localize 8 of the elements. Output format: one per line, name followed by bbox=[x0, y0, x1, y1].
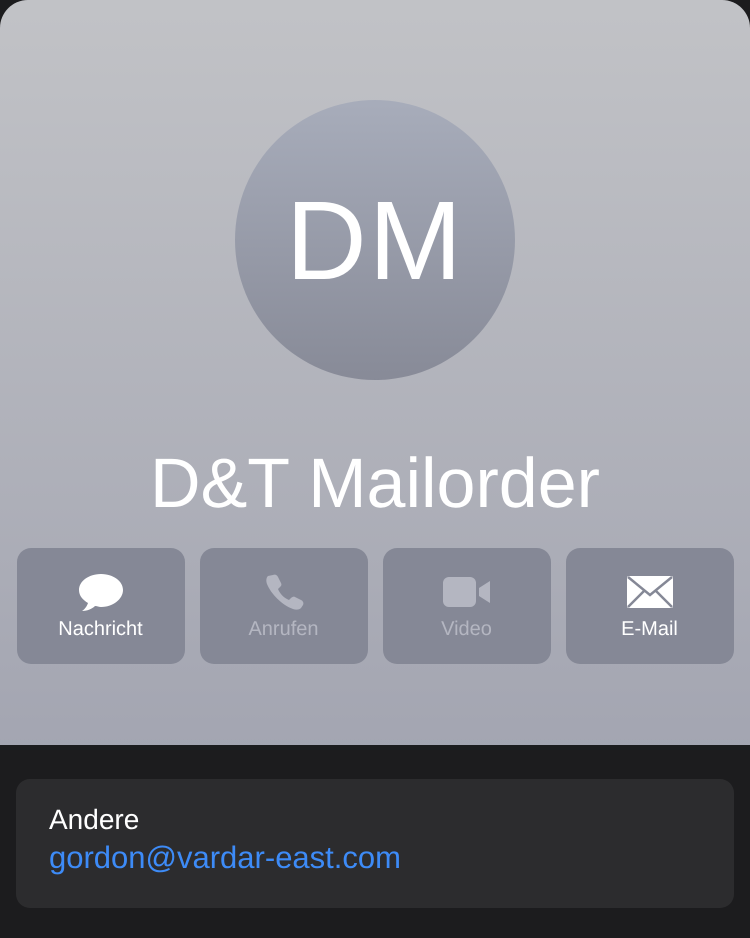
email-button[interactable]: E-Mail bbox=[566, 548, 734, 664]
email-link[interactable]: gordon@vardar-east.com bbox=[49, 837, 701, 879]
field-label: Andere bbox=[49, 803, 140, 837]
avatar: DM bbox=[235, 100, 515, 380]
speech-bubble-icon bbox=[78, 572, 124, 612]
contact-name: D&T Mailorder bbox=[150, 443, 600, 524]
phone-icon bbox=[264, 572, 304, 612]
message-button[interactable]: Nachricht bbox=[16, 548, 184, 664]
